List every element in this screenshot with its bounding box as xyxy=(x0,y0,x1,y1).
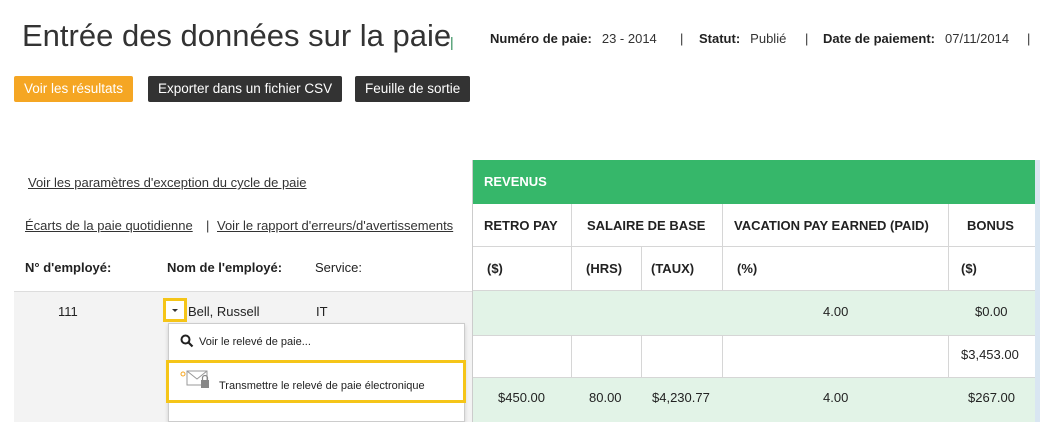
row3-hours[interactable]: 80.00 xyxy=(589,390,622,405)
earnings-grid: REVENUS RETRO PAY SALAIRE DE BASE VACATI… xyxy=(472,160,1040,422)
header-vacation-pay: VACATION PAY EARNED (PAID) xyxy=(734,218,929,233)
header-base-salary: SALAIRE DE BASE xyxy=(587,218,706,233)
row2-bonus[interactable]: $3,453.00 xyxy=(961,347,1019,362)
output-sheet-button[interactable]: Feuille de sortie xyxy=(355,76,471,102)
payment-date: Date de paiement: 07/11/2014 xyxy=(823,31,1010,46)
menu-item-highlight xyxy=(166,360,466,403)
row1-bonus[interactable]: $0.00 xyxy=(975,304,1008,319)
page-title: Entrée des données sur la paie xyxy=(22,18,452,53)
grid-line xyxy=(473,335,1035,336)
chevron-down-icon xyxy=(172,309,178,312)
meta-separator: | xyxy=(805,31,809,46)
header-retro-pay: RETRO PAY xyxy=(484,218,558,233)
employee-service: IT xyxy=(316,304,328,319)
page-header: Entrée des données sur la paie | Numéro … xyxy=(22,14,1040,58)
unit-percent: (%) xyxy=(737,261,758,276)
grid-edge xyxy=(1035,160,1040,422)
daily-variance-link[interactable]: Écarts de la paie quotidienne xyxy=(25,218,193,233)
header-bonus: BONUS xyxy=(967,218,1014,233)
row3-bonus[interactable]: $267.00 xyxy=(968,390,1015,405)
employee-number: 111 xyxy=(58,304,78,319)
grid-line xyxy=(473,246,1035,247)
revenus-band: REVENUS xyxy=(473,160,1035,204)
service-header: Service: xyxy=(315,260,362,275)
view-results-button[interactable]: Voir les résultats xyxy=(14,76,134,102)
title-separator: | xyxy=(450,34,454,50)
row1-vacation[interactable]: 4.00 xyxy=(823,304,848,319)
error-report-link[interactable]: Voir le rapport d'erreurs/d'avertissemen… xyxy=(217,218,453,233)
search-icon xyxy=(180,334,194,348)
exception-params-link[interactable]: Voir les paramètres d'exception du cycle… xyxy=(28,175,307,190)
meta-separator: | xyxy=(680,31,684,46)
employee-menu-button[interactable] xyxy=(163,298,187,322)
unit-hours: (HRS) xyxy=(586,261,623,276)
table-row xyxy=(473,378,1035,422)
employee-number-header: N° d'employé: xyxy=(25,260,112,275)
employee-name-header: Nom de l'employé: xyxy=(167,260,283,275)
row3-retro[interactable]: $450.00 xyxy=(498,390,545,405)
row3-vacation[interactable]: 4.00 xyxy=(823,390,848,405)
payrun-number: Numéro de paie: 23 - 2014 xyxy=(490,31,657,46)
export-csv-button[interactable]: Exporter dans un fichier CSV xyxy=(148,76,343,102)
unit-retro: ($) xyxy=(487,261,503,276)
unit-rate: (TAUX) xyxy=(651,261,695,276)
payrun-status: Statut: Publié xyxy=(699,31,787,46)
employee-name[interactable]: Bell, Russell xyxy=(188,304,260,319)
table-row xyxy=(473,291,1035,335)
view-paystub-item[interactable]: Voir le relevé de paie... xyxy=(199,336,311,348)
unit-bonus: ($) xyxy=(961,261,977,276)
link-separator: | xyxy=(206,218,210,233)
row3-rate[interactable]: $4,230.77 xyxy=(652,390,710,405)
meta-separator: | xyxy=(1027,31,1031,46)
